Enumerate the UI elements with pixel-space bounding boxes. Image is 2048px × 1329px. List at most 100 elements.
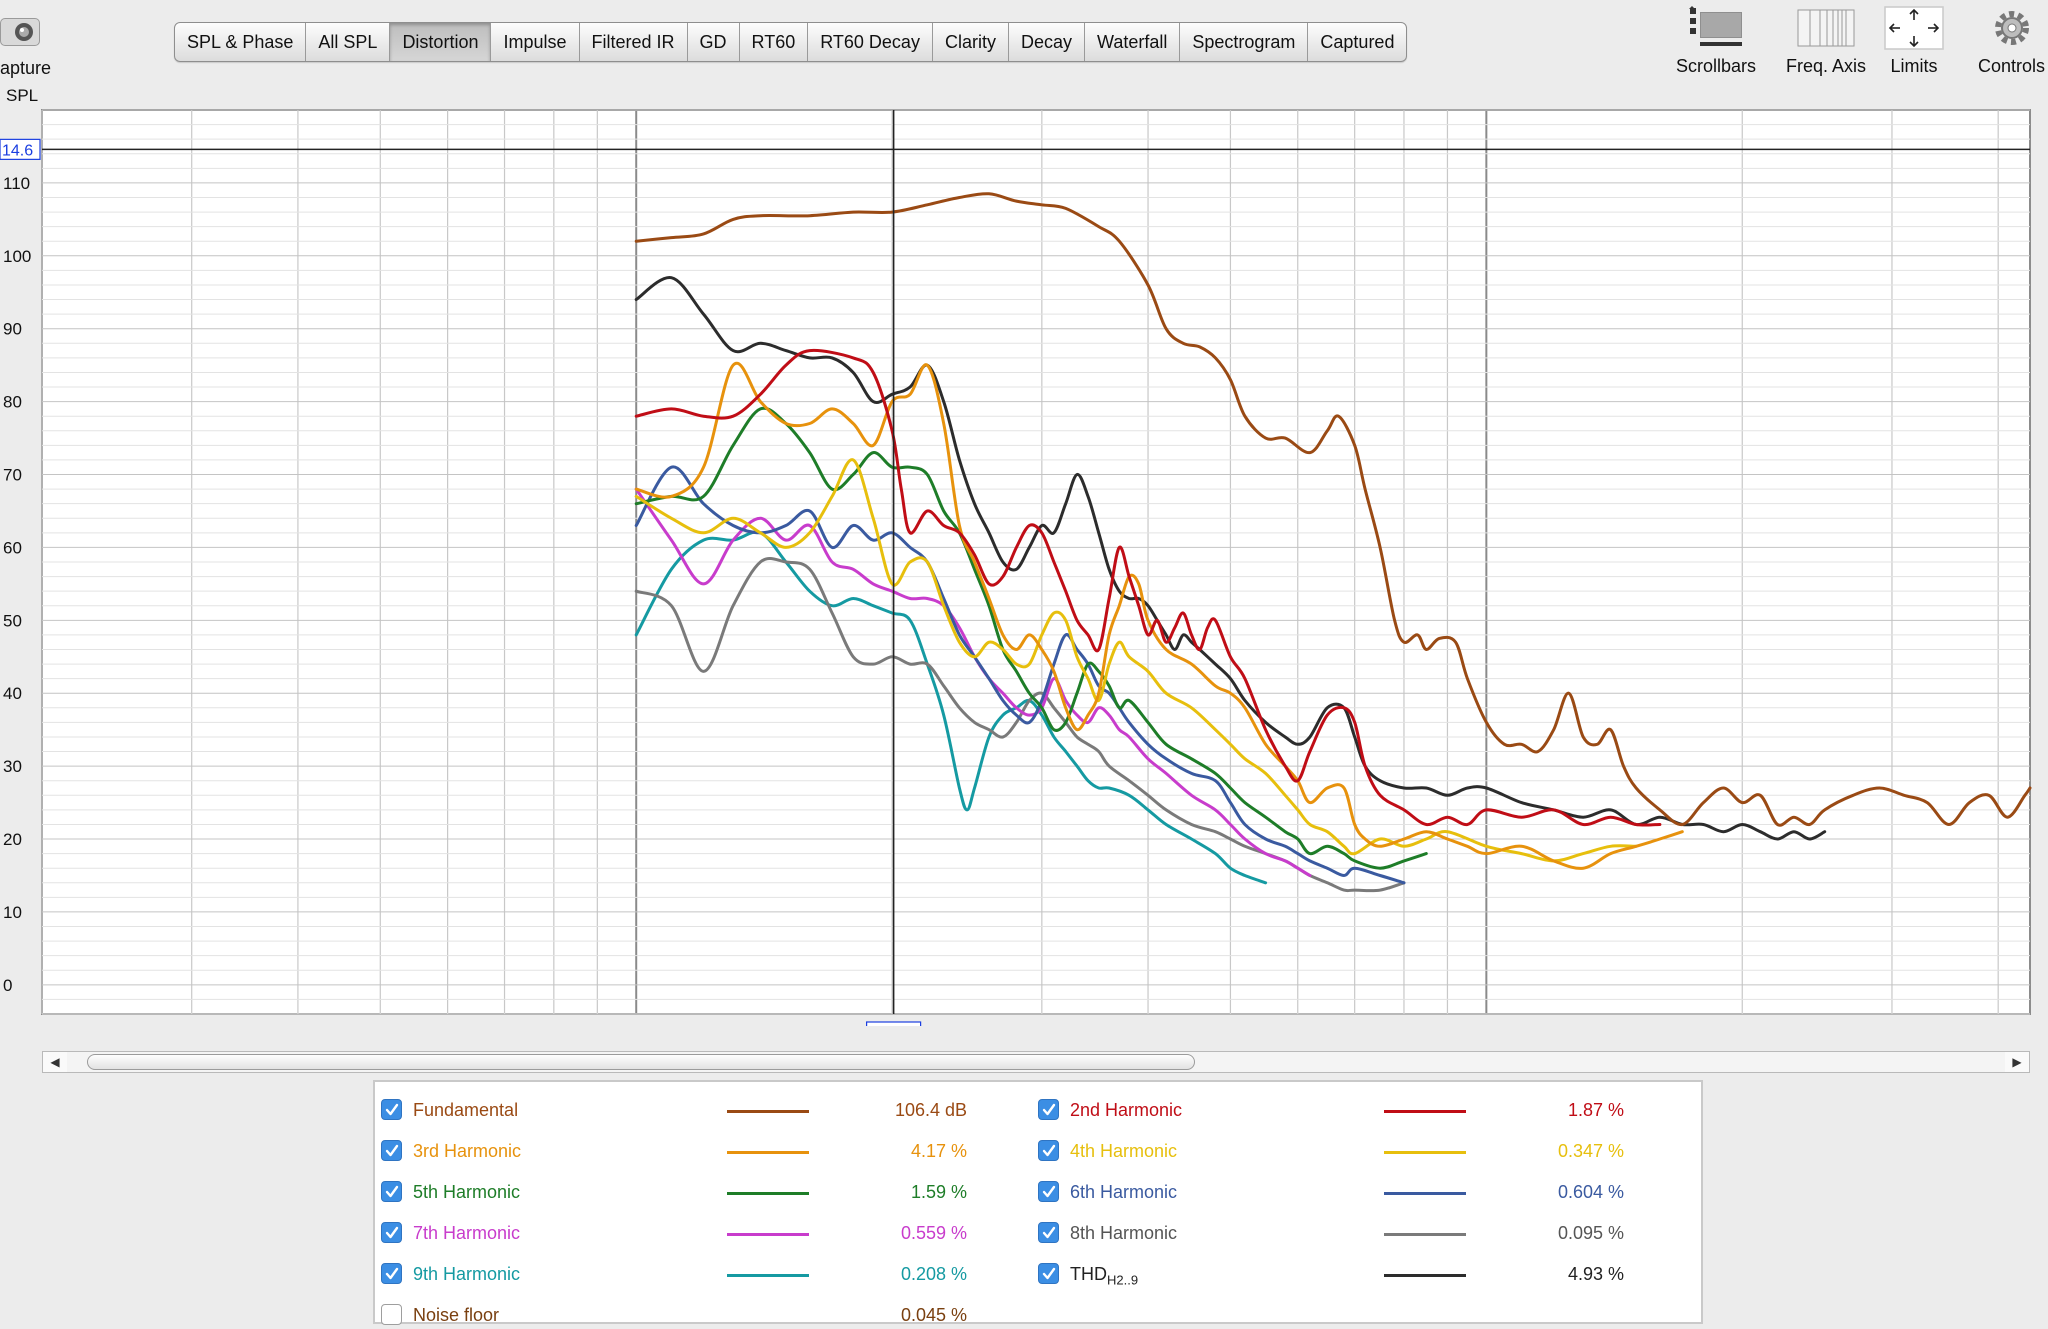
x-tick-label: 60 <box>1288 1023 1307 1026</box>
y-tick-label: 80 <box>3 393 22 412</box>
legend-item-5th-harmonic: 5th Harmonic 1.59 % <box>381 1178 967 1206</box>
x-tick-label: 6 <box>443 1023 452 1026</box>
legend-item-thd: THDH2..9 4.93 % <box>1038 1260 1624 1288</box>
y-tick-label: 110 <box>3 174 30 193</box>
legend-swatch <box>727 1110 809 1113</box>
legend-checkbox-thd[interactable] <box>1038 1263 1059 1284</box>
capture-button[interactable]: apture <box>0 8 60 78</box>
scroll-right-icon[interactable]: ▶ <box>2005 1052 2029 1072</box>
camera-icon <box>0 12 42 50</box>
scrollbars-icon <box>1676 6 1756 50</box>
legend-label: 9th Harmonic <box>413 1264 521 1284</box>
legend-checkbox-7th-harmonic[interactable] <box>381 1222 402 1243</box>
tab-rt60-decay[interactable]: RT60 Decay <box>808 23 933 61</box>
scrollbars-button[interactable]: Scrollbars <box>1676 6 1756 77</box>
freq-axis-icon <box>1786 6 1866 50</box>
tab-rt60[interactable]: RT60 <box>740 23 809 61</box>
tab-impulse[interactable]: Impulse <box>491 23 580 61</box>
cursor-x-label: 20.08 <box>872 1024 915 1026</box>
legend-label-sub: H2..9 <box>1107 1272 1139 1288</box>
legend-swatch <box>727 1192 809 1195</box>
tool-label: Freq. Axis <box>1786 56 1867 76</box>
tab-distortion[interactable]: Distortion <box>390 23 492 61</box>
y-tick-label: 10 <box>3 903 22 922</box>
legend-checkbox-noise-floor[interactable] <box>381 1304 402 1325</box>
legend-item-8th-harmonic: 8th Harmonic 0.095 % <box>1038 1219 1624 1247</box>
legend-checkbox-2nd-harmonic[interactable] <box>1038 1099 1059 1120</box>
legend-value: 1.59 % <box>910 1182 967 1202</box>
y-tick-label: 90 <box>3 320 22 339</box>
x-tick-label: 10 <box>627 1023 646 1026</box>
y-tick-label: 100 <box>3 247 31 266</box>
x-tick-label: 4 <box>293 1023 302 1026</box>
x-tick-label: 2 <box>37 1023 46 1026</box>
x-tick-label: 300 <box>1878 1023 1906 1026</box>
tab-clarity[interactable]: Clarity <box>933 23 1009 61</box>
x-tick-label: 80 <box>1395 1023 1414 1026</box>
x-tick-label: 90 <box>1438 1023 1457 1026</box>
legend-checkbox-3rd-harmonic[interactable] <box>381 1140 402 1161</box>
legend-swatch <box>1384 1274 1466 1277</box>
legend-checkbox-9th-harmonic[interactable] <box>381 1263 402 1284</box>
tab-spl-phase[interactable]: SPL & Phase <box>175 23 307 61</box>
legend-swatch <box>1384 1110 1466 1113</box>
tab-captured[interactable]: Captured <box>1308 23 1406 61</box>
tab-gd[interactable]: GD <box>688 23 740 61</box>
tab-decay[interactable]: Decay <box>1009 23 1085 61</box>
legend-value: 0.045 % <box>900 1305 967 1325</box>
legend-swatch <box>1384 1233 1466 1236</box>
legend-value: 0.347 % <box>1557 1141 1624 1161</box>
x-tick-label: 200 <box>1728 1023 1756 1026</box>
legend-label: THDH2..9 <box>1070 1264 1139 1288</box>
legend-label: 4th Harmonic <box>1070 1141 1178 1161</box>
legend-label: 8th Harmonic <box>1070 1223 1178 1243</box>
legend-value: 0.559 % <box>900 1223 967 1243</box>
legend-value: 0.208 % <box>900 1264 967 1284</box>
horizontal-scrollbar[interactable]: ◀ ▶ <box>42 1051 2030 1073</box>
legend-label: 6th Harmonic <box>1070 1182 1178 1202</box>
tab-spectrogram[interactable]: Spectrogram <box>1180 23 1309 61</box>
tab-waterfall[interactable]: Waterfall <box>1085 23 1181 61</box>
legend-value: 1.87 % <box>1567 1100 1624 1120</box>
legend-value: 4.17 % <box>910 1141 967 1161</box>
legend-swatch <box>727 1151 809 1154</box>
legend-label: Fundamental <box>413 1100 519 1120</box>
gear-icon <box>1978 6 2045 50</box>
x-tick-label: 8 <box>549 1023 558 1026</box>
y-tick-label: 70 <box>3 466 22 485</box>
legend-swatch <box>1384 1192 1466 1195</box>
legend-checkbox-6th-harmonic[interactable] <box>1038 1181 1059 1202</box>
legend-swatch <box>727 1233 809 1236</box>
legend-checkbox-5th-harmonic[interactable] <box>381 1181 402 1202</box>
y-tick-label: 40 <box>3 684 22 703</box>
freq-axis-button[interactable]: Freq. Axis <box>1786 6 1866 77</box>
capture-label: apture <box>0 58 52 78</box>
x-tick-label: 3 <box>187 1023 196 1026</box>
scroll-left-icon[interactable]: ◀ <box>43 1052 67 1072</box>
scrollbar-thumb[interactable] <box>87 1054 1195 1070</box>
tab-filtered-ir[interactable]: Filtered IR <box>580 23 688 61</box>
y-axis-label: SPL <box>6 86 39 105</box>
legend-label: 5th Harmonic <box>413 1182 521 1202</box>
x-tick-label: 100 <box>1472 1023 1500 1026</box>
y-tick-label: 30 <box>3 757 22 776</box>
distortion-plot[interactable]: 0 10 20 30 40 50 60 70 80 90 100 110 2 3 4 5 6 7 8 9 10 30 40 5… <box>0 106 2048 1026</box>
legend-item-9th-harmonic: 9th Harmonic 0.208 % <box>381 1260 967 1288</box>
legend-item-7th-harmonic: 7th Harmonic 0.559 % <box>381 1219 967 1247</box>
legend-checkbox-fundamental[interactable] <box>381 1099 402 1120</box>
legend-checkbox-8th-harmonic[interactable] <box>1038 1222 1059 1243</box>
limits-button[interactable]: Limits <box>1884 6 1944 77</box>
distortion-chart[interactable]: 0 10 20 30 40 50 60 70 80 90 100 110 2 3 4 5 6 7 8 9 10 30 40 5… <box>0 106 2048 1026</box>
legend-checkbox-4th-harmonic[interactable] <box>1038 1140 1059 1161</box>
legend-item-2nd-harmonic: 2nd Harmonic 1.87 % <box>1038 1096 1624 1124</box>
legend-swatch <box>727 1274 809 1277</box>
controls-button[interactable]: Controls <box>1978 6 2045 77</box>
legend-item-3rd-harmonic: 3rd Harmonic 4.17 % <box>381 1137 967 1165</box>
tab-all-spl[interactable]: All SPL <box>306 23 391 61</box>
tool-label: Scrollbars <box>1676 56 1757 76</box>
legend-swatch <box>1384 1151 1466 1154</box>
cursor-y-label: 14.6 <box>2 142 33 159</box>
x-tick-label: 50 <box>1221 1023 1240 1026</box>
y-tick-label: 60 <box>3 538 22 557</box>
legend-item-noise-floor: Noise floor 0.045 % <box>381 1301 967 1329</box>
